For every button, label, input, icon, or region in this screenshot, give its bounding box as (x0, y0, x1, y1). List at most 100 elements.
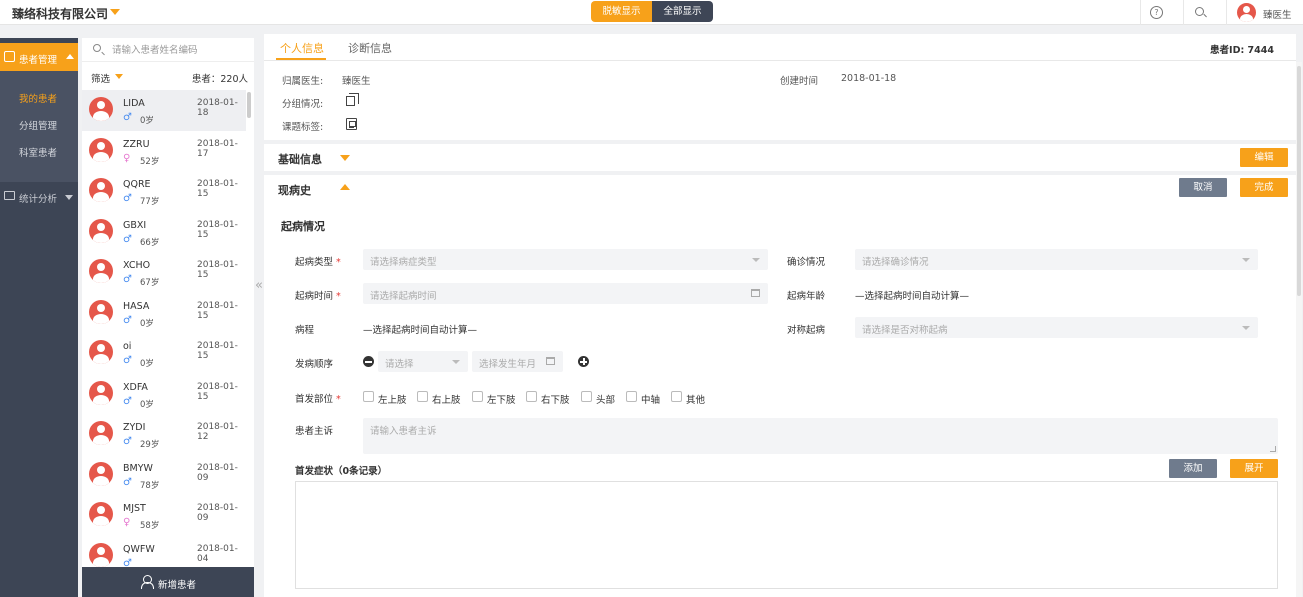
masked-display-button[interactable]: 脱敏显示 (591, 1, 652, 22)
checkbox-box[interactable] (417, 391, 428, 402)
checkbox-box[interactable] (472, 391, 483, 402)
patient-count: 患者：220人 (191, 74, 248, 85)
patient-row[interactable]: GBXI 2018-01-15 ♂ 66岁 (82, 212, 246, 253)
subnav-my-patients[interactable]: 我的患者 (19, 91, 57, 105)
remove-icon[interactable] (363, 356, 374, 367)
subnav-department-patients[interactable]: 科室患者 (19, 145, 57, 159)
patient-age: 67岁 (140, 278, 160, 288)
patient-list-scrollbar[interactable] (247, 92, 251, 118)
user-menu[interactable]: 臻医生 (1226, 0, 1303, 25)
calendar-icon (751, 289, 760, 297)
male-icon: ♂ (123, 557, 132, 568)
first-site-label: 首发部位 * (295, 394, 341, 405)
main-scrollbar[interactable] (1296, 62, 1302, 597)
checkbox-box[interactable] (526, 391, 537, 402)
scrollbar-thumb[interactable] (1297, 66, 1301, 296)
divider (264, 171, 1296, 175)
patient-search-input[interactable] (112, 42, 250, 58)
chevron-down-icon (1242, 326, 1250, 330)
done-button[interactable]: 完成 (1240, 178, 1288, 197)
patient-row[interactable]: ZYDI 2018-01-12 ♂ 29岁 (82, 414, 246, 455)
full-display-button[interactable]: 全部显示 (652, 1, 713, 22)
onset-time-picker[interactable]: 请选择起病时间 (363, 283, 768, 304)
history-title[interactable]: 现病史 (278, 182, 311, 198)
new-patient-button[interactable]: 新增患者 (82, 567, 254, 597)
patient-row[interactable]: MJST 2018-01-09 ♀ 58岁 (82, 495, 246, 536)
order-date-picker[interactable]: 选择发生年月 (472, 351, 563, 372)
filter-button[interactable]: 筛选 (91, 71, 110, 85)
nav-label: 患者管理 (19, 55, 58, 66)
complaint-textarea[interactable]: 请输入患者主诉 (363, 418, 1278, 454)
avatar (89, 137, 113, 162)
male-icon: ♂ (123, 355, 132, 366)
patient-row[interactable]: XDFA 2018-01-15 ♂ 0岁 (82, 374, 246, 415)
patient-name: XDFA (123, 381, 148, 393)
copy-icon[interactable] (346, 93, 359, 106)
patient-row[interactable]: LIDA 2018-01-18 ♂ 0岁 (82, 90, 246, 131)
created-value: 2018-01-18 (841, 73, 897, 84)
tag-document-icon[interactable] (346, 118, 357, 130)
patient-name: LIDA (123, 98, 145, 109)
help-icon[interactable] (1140, 0, 1170, 25)
patient-row[interactable]: XCHO 2018-01-15 ♂ 67岁 (82, 252, 246, 293)
patient-date: 2018-01-15 (197, 381, 238, 402)
order-label: 发病顺序 (295, 359, 334, 370)
checkbox-box[interactable] (581, 391, 592, 402)
patient-date: 2018-01-09 (197, 462, 238, 483)
edit-button[interactable]: 编辑 (1240, 148, 1288, 167)
order-select[interactable]: 请选择 (378, 351, 468, 372)
patient-search (82, 38, 254, 62)
resize-handle[interactable] (1270, 446, 1276, 452)
avatar (89, 218, 113, 243)
filter-dropdown-icon[interactable] (115, 74, 123, 79)
patient-row[interactable]: oi 2018-01-15 ♂ 0岁 (82, 333, 246, 374)
avatar (89, 461, 113, 486)
checkbox-box[interactable] (626, 391, 637, 402)
diagnosis-label: 确诊情况 (787, 257, 826, 268)
company-dropdown-icon[interactable] (110, 9, 120, 15)
chevron-down-icon[interactable] (340, 155, 350, 161)
nav-patient-management[interactable]: 患者管理 (0, 43, 78, 71)
patient-date: 2018-01-09 (197, 503, 238, 523)
diagnosis-select[interactable]: 请选择确诊情况 (855, 249, 1258, 270)
chevron-up-icon[interactable] (340, 184, 350, 190)
avatar (89, 542, 113, 567)
patient-row[interactable]: HASA 2018-01-15 ♂ 0岁 (82, 293, 246, 334)
patient-row[interactable]: QQRE 2018-01-15 ♂ 77岁 (82, 171, 246, 212)
course-label: 病程 (295, 325, 315, 336)
collapse-panel-icon[interactable]: « (255, 278, 263, 293)
tag-label: 课题标签: (282, 122, 324, 133)
patient-row[interactable]: ZZRU 2018-01-17 ♀ 52岁 (82, 131, 246, 172)
patient-name: ZYDI (123, 422, 146, 433)
onset-type-label: 起病类型 * (295, 257, 341, 268)
checkbox-box[interactable] (671, 391, 682, 402)
patient-age: 77岁 (140, 197, 160, 207)
checkbox-label: 其他 (686, 395, 706, 406)
company-name[interactable]: 臻络科技有限公司 (12, 5, 108, 22)
add-symptom-button[interactable]: 添加 (1169, 459, 1217, 478)
onset-type-select[interactable]: 请选择病症类型 (363, 249, 768, 270)
basic-info-title[interactable]: 基础信息 (278, 151, 322, 167)
cancel-button[interactable]: 取消 (1179, 178, 1227, 197)
symmetric-select[interactable]: 请选择是否对称起病 (855, 317, 1258, 338)
nav-statistics[interactable]: 统计分析 (0, 182, 78, 210)
avatar (89, 421, 113, 445)
patient-row[interactable]: BMYW 2018-01-09 ♂ 78岁 (82, 455, 246, 496)
search-icon[interactable] (1183, 0, 1213, 25)
patient-age: 52岁 (140, 156, 160, 167)
subnav-group-management[interactable]: 分组管理 (19, 118, 57, 132)
search-icon (93, 44, 101, 52)
course-value: —选择起病时间自动计算— (363, 325, 478, 336)
add-icon[interactable] (578, 356, 589, 367)
tab-diagnosis-info[interactable]: 诊断信息 (348, 40, 392, 56)
tab-personal-info[interactable]: 个人信息 (280, 40, 324, 56)
patient-row[interactable]: QWFW 2018-01-04 ♂ (82, 536, 246, 568)
male-icon: ♂ (123, 274, 132, 285)
symptoms-title: 首发症状（0条记录） (295, 466, 388, 477)
expand-button[interactable]: 展开 (1230, 459, 1278, 478)
patient-date: 2018-01-15 (197, 341, 238, 361)
onset-time-label: 起病时间 * (295, 291, 341, 302)
avatar (89, 97, 113, 121)
main-panel: 个人信息 诊断信息 患者ID: 7444 归属医生: 臻医生 创建时间 2018… (264, 34, 1296, 597)
checkbox-box[interactable] (363, 391, 374, 402)
